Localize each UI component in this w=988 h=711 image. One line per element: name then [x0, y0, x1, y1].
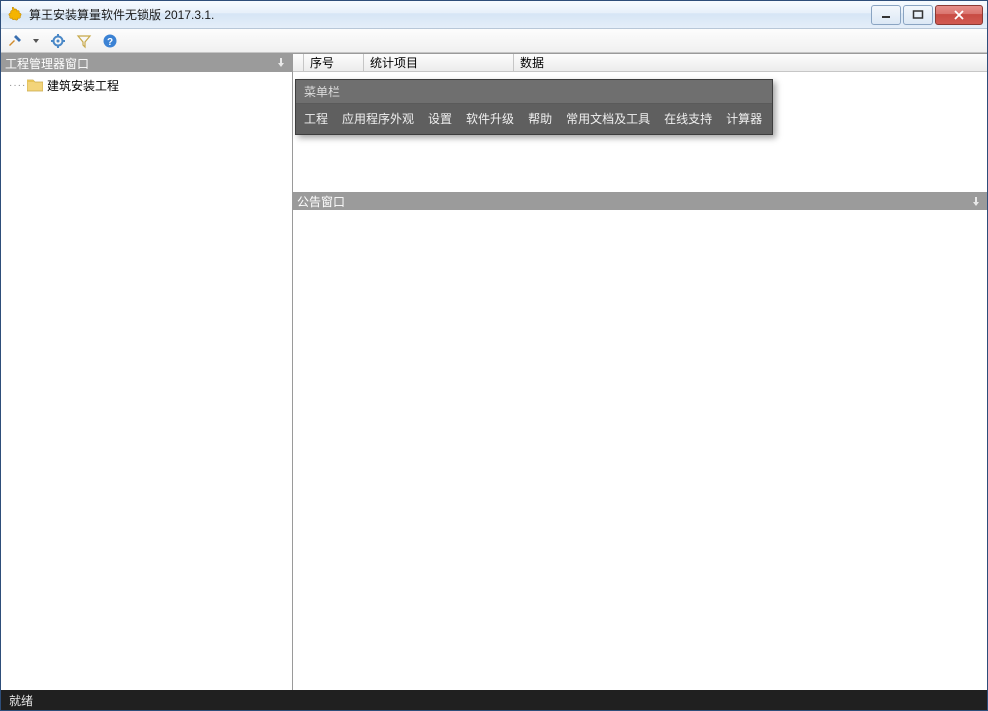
table-header: 序号 统计项目 数据 [293, 54, 987, 72]
gear-icon[interactable] [50, 33, 66, 49]
toolbar: ? [1, 29, 987, 53]
pin-icon[interactable] [274, 56, 288, 70]
minimize-button[interactable] [871, 5, 901, 25]
col-seq[interactable]: 序号 [303, 54, 363, 71]
right-pane: 序号 统计项目 数据 公告窗口 [293, 54, 987, 690]
pin-icon[interactable] [969, 195, 983, 209]
help-icon[interactable]: ? [102, 33, 118, 49]
table-corner [293, 54, 303, 71]
menubar-popup-title[interactable]: 菜单栏 [296, 80, 772, 104]
col-stat[interactable]: 统计项目 [363, 54, 513, 71]
sidebar: 工程管理器窗口 ···· 建筑安装工程 [1, 54, 293, 690]
maximize-button[interactable] [903, 5, 933, 25]
window-title: 算王安装算量软件无锁版 2017.3.1. [29, 6, 871, 23]
app-window: 算王安装算量软件无锁版 2017.3.1. [0, 0, 988, 711]
window-controls [871, 5, 983, 25]
menu-appearance[interactable]: 应用程序外观 [342, 110, 414, 127]
svg-text:?: ? [107, 37, 113, 48]
status-text: 就绪 [9, 692, 33, 709]
main-area: 工程管理器窗口 ···· 建筑安装工程 [1, 53, 987, 690]
app-icon [7, 7, 23, 23]
filter-icon[interactable] [76, 33, 92, 49]
menu-docs-tools[interactable]: 常用文档及工具 [566, 110, 650, 127]
announce-header: 公告窗口 [293, 192, 987, 210]
sidebar-title: 工程管理器窗口 [5, 55, 89, 72]
menu-calculator[interactable]: 计算器 [726, 110, 762, 127]
tree-connector-icon: ···· [7, 80, 27, 91]
tree-root-item[interactable]: ···· 建筑安装工程 [7, 76, 286, 94]
close-button[interactable] [935, 5, 983, 25]
tools-dropdown-icon[interactable] [33, 33, 40, 49]
announce-body[interactable] [293, 210, 987, 690]
statusbar: 就绪 [1, 690, 987, 710]
folder-icon [27, 78, 43, 92]
menu-project[interactable]: 工程 [304, 110, 328, 127]
tools-icon[interactable] [7, 33, 23, 49]
menu-settings[interactable]: 设置 [428, 110, 452, 127]
menubar-items: 工程 应用程序外观 设置 软件升级 帮助 常用文档及工具 在线支持 计算器 [296, 104, 772, 134]
menu-upgrade[interactable]: 软件升级 [466, 110, 514, 127]
announce-title: 公告窗口 [297, 193, 345, 210]
menu-help[interactable]: 帮助 [528, 110, 552, 127]
tree-root-label: 建筑安装工程 [47, 77, 119, 94]
project-tree[interactable]: ···· 建筑安装工程 [1, 72, 292, 690]
col-data[interactable]: 数据 [513, 54, 987, 71]
menu-support[interactable]: 在线支持 [664, 110, 712, 127]
sidebar-header: 工程管理器窗口 [1, 54, 292, 72]
titlebar[interactable]: 算王安装算量软件无锁版 2017.3.1. [1, 1, 987, 29]
menubar-popup[interactable]: 菜单栏 工程 应用程序外观 设置 软件升级 帮助 常用文档及工具 在线支持 计算… [295, 79, 773, 135]
